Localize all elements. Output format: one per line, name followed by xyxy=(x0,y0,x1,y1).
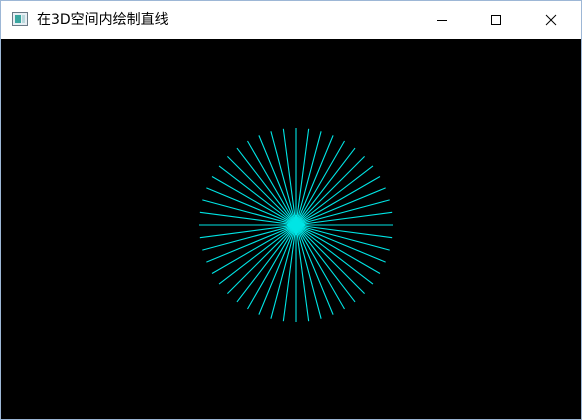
minimize-icon xyxy=(437,20,447,21)
title-bar[interactable]: 在3D空间内绘制直线 xyxy=(1,1,581,39)
app-icon-pane xyxy=(15,15,21,23)
app-window: 在3D空间内绘制直线 xyxy=(0,0,582,420)
maximize-icon xyxy=(491,15,501,25)
radial-line xyxy=(202,199,297,226)
radial-line xyxy=(295,199,390,226)
app-icon-pane-secondary xyxy=(22,15,25,23)
radial-line xyxy=(270,224,297,319)
window-title: 在3D空间内绘制直线 xyxy=(37,12,169,28)
minimize-button[interactable] xyxy=(419,1,465,39)
line-burst-scene xyxy=(199,128,393,322)
close-button[interactable] xyxy=(528,1,574,39)
radial-line xyxy=(295,224,390,251)
close-icon xyxy=(545,14,557,26)
maximize-button[interactable] xyxy=(473,1,519,39)
app-icon[interactable] xyxy=(12,12,28,26)
radial-line xyxy=(202,224,297,251)
render-canvas[interactable] xyxy=(1,39,581,419)
radial-line xyxy=(295,131,322,226)
radial-line xyxy=(295,224,322,319)
radial-line xyxy=(270,131,297,226)
